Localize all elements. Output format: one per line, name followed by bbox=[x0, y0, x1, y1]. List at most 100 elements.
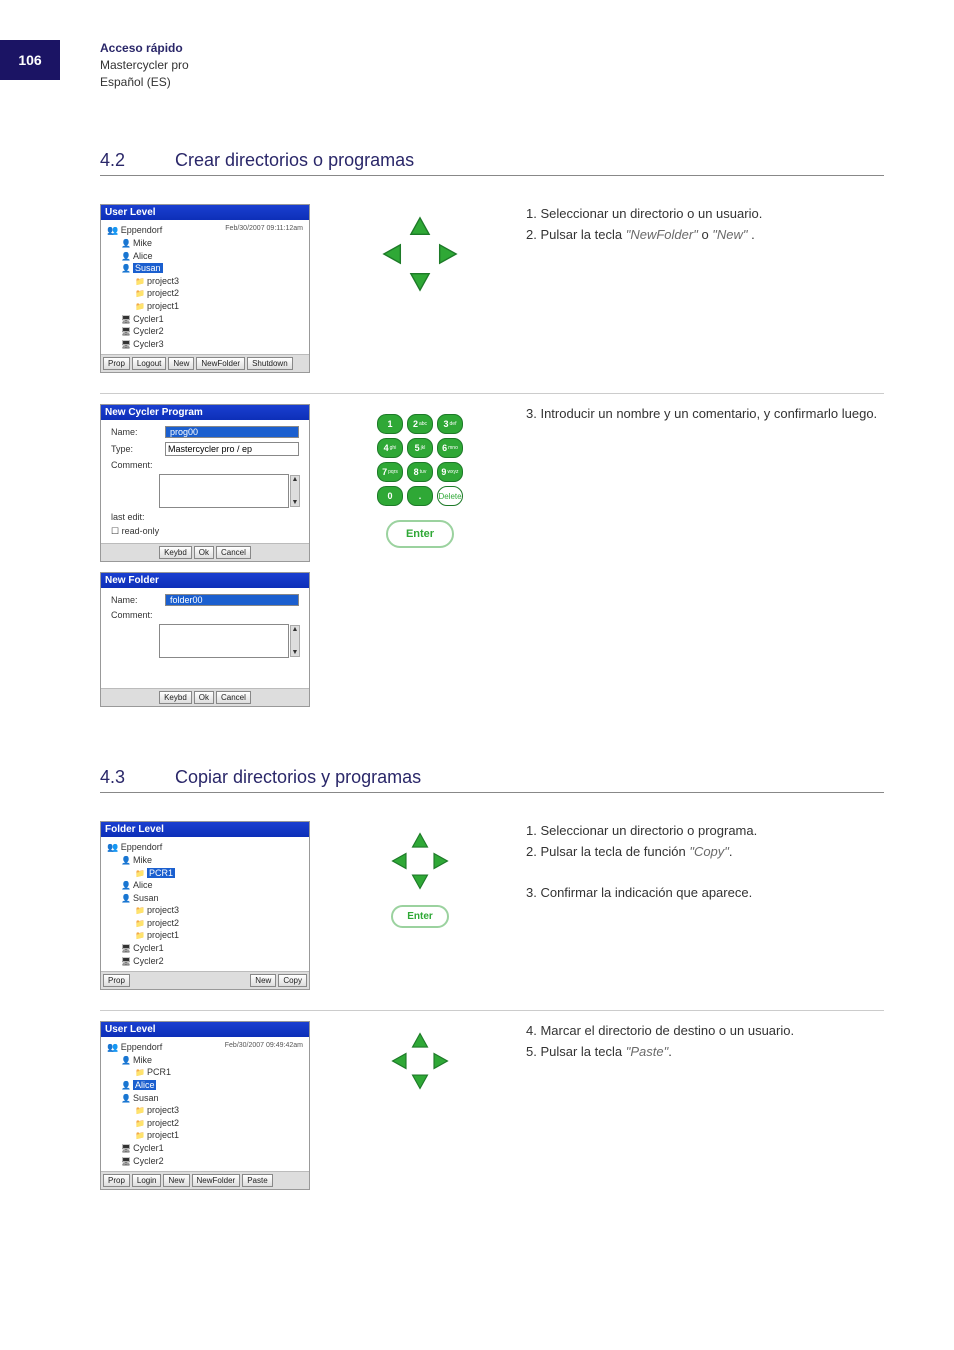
ok-button[interactable]: Ok bbox=[194, 691, 214, 704]
keybd-button[interactable]: Keybd bbox=[159, 691, 192, 704]
tree-user[interactable]: Mike PCR1 bbox=[121, 1054, 305, 1079]
ok-button[interactable]: Ok bbox=[194, 546, 214, 559]
new-button[interactable]: New bbox=[250, 974, 276, 987]
logout-button[interactable]: Logout bbox=[132, 357, 166, 370]
tree-user[interactable]: Alice bbox=[121, 250, 305, 263]
dpad-control bbox=[380, 214, 460, 294]
tree-folder[interactable]: project3 bbox=[135, 1104, 305, 1117]
tree-folder[interactable]: project3 bbox=[135, 904, 305, 917]
new-folder-window: New Folder Name: folder00 Comment: ▲▼ Ke… bbox=[100, 572, 310, 707]
prop-button[interactable]: Prop bbox=[103, 974, 130, 987]
arrow-up-icon[interactable] bbox=[407, 214, 433, 240]
key-6[interactable]: 6mno bbox=[437, 438, 463, 458]
arrow-right-icon[interactable] bbox=[430, 1051, 450, 1071]
tree-folder[interactable]: project1 bbox=[135, 929, 305, 942]
step-line: 4. Marcar el directorio de destino o un … bbox=[526, 1021, 884, 1042]
login-button[interactable]: Login bbox=[132, 1174, 162, 1187]
new-button[interactable]: New bbox=[168, 357, 194, 370]
key-9[interactable]: 9wxyz bbox=[437, 462, 463, 482]
arrow-right-icon[interactable] bbox=[430, 851, 450, 871]
new-button[interactable]: New bbox=[163, 1174, 189, 1187]
tree-user[interactable]: Susan project3 project2 project1 bbox=[121, 892, 305, 942]
step-text: 3. Introducir un nombre y un comentario,… bbox=[510, 404, 884, 425]
button-bar: Prop New Copy bbox=[101, 971, 309, 989]
key-4[interactable]: 4ghi bbox=[377, 438, 403, 458]
tree-view[interactable]: 👥 Eppendorf Mike PCR1 Alice Susan bbox=[101, 839, 309, 969]
arrow-left-icon[interactable] bbox=[380, 241, 406, 267]
tree-folder[interactable]: project1 bbox=[135, 1129, 305, 1142]
tree-cycler[interactable]: Cycler1 bbox=[121, 1142, 305, 1155]
sec-title: Copiar directorios y programas bbox=[175, 767, 421, 787]
tree-cycler[interactable]: Cycler3 bbox=[121, 338, 305, 351]
tree-cycler[interactable]: Cycler1 bbox=[121, 942, 305, 955]
newfolder-button[interactable]: NewFolder bbox=[196, 357, 245, 370]
key-3[interactable]: 3def bbox=[437, 414, 463, 434]
prop-button[interactable]: Prop bbox=[103, 1174, 130, 1187]
step-text: 1. Seleccionar un directorio o programa.… bbox=[510, 821, 884, 903]
tree-user[interactable]: Mike PCR1 bbox=[121, 854, 305, 879]
key-0[interactable]: 0 bbox=[377, 486, 403, 506]
tree-user[interactable]: Susan project3 project2 project1 bbox=[121, 1092, 305, 1142]
tree-folder[interactable]: project1 bbox=[135, 300, 305, 313]
tree-folder[interactable]: PCR1 bbox=[135, 1066, 305, 1079]
arrow-up-icon[interactable] bbox=[410, 831, 430, 851]
comment-textarea[interactable]: ▲▼ bbox=[159, 624, 289, 658]
tree-view[interactable]: Feb/30/2007 09:11:12am 👥 Eppendorf Mike … bbox=[101, 222, 309, 352]
window-title: New Cycler Program bbox=[101, 405, 309, 420]
tree-cycler[interactable]: Cycler2 bbox=[121, 325, 305, 338]
step-line: 5. Pulsar la tecla "Paste". bbox=[526, 1042, 884, 1063]
name-label: Name: bbox=[111, 427, 159, 437]
tree-view[interactable]: Feb/30/2007 09:49:42am 👥 Eppendorf Mike … bbox=[101, 1039, 309, 1169]
tree-cycler[interactable]: Cycler1 bbox=[121, 313, 305, 326]
key-dot[interactable]: . bbox=[407, 486, 433, 506]
enter-button[interactable]: Enter bbox=[386, 520, 454, 548]
cancel-button[interactable]: Cancel bbox=[216, 691, 251, 704]
name-input[interactable]: folder00 bbox=[165, 594, 299, 606]
tree-cycler[interactable]: Cycler2 bbox=[121, 955, 305, 968]
timestamp: Feb/30/2007 09:49:42am bbox=[225, 1041, 305, 1051]
name-label: Name: bbox=[111, 595, 159, 605]
comment-textarea[interactable]: ▲▼ bbox=[159, 474, 289, 508]
tree-user-selected[interactable]: Susan project3 project2 project1 bbox=[121, 262, 305, 312]
tree-folder[interactable]: project2 bbox=[135, 287, 305, 300]
cancel-button[interactable]: Cancel bbox=[216, 546, 251, 559]
scrollbar[interactable]: ▲▼ bbox=[290, 625, 300, 657]
key-5[interactable]: 5jkl bbox=[407, 438, 433, 458]
arrow-right-icon[interactable] bbox=[434, 241, 460, 267]
copy-button[interactable]: Copy bbox=[278, 974, 307, 987]
key-delete[interactable]: Delete bbox=[437, 486, 463, 506]
arrow-left-icon[interactable] bbox=[390, 851, 410, 871]
arrow-down-icon[interactable] bbox=[410, 871, 430, 891]
arrow-down-icon[interactable] bbox=[407, 268, 433, 294]
tree-root[interactable]: 👥 Eppendorf Mike PCR1 Alice Susan bbox=[107, 841, 305, 967]
scrollbar[interactable]: ▲▼ bbox=[290, 475, 300, 507]
paste-button[interactable]: Paste bbox=[242, 1174, 272, 1187]
tree-user[interactable]: Mike bbox=[121, 237, 305, 250]
window-title: Folder Level bbox=[101, 822, 309, 837]
key-1[interactable]: 1 bbox=[377, 414, 403, 434]
tree-root[interactable]: 👥 Eppendorf Mike Alice Susan project3 pr… bbox=[107, 224, 305, 350]
type-input[interactable] bbox=[165, 442, 299, 456]
shutdown-button[interactable]: Shutdown bbox=[247, 357, 293, 370]
newfolder-button[interactable]: NewFolder bbox=[192, 1174, 241, 1187]
tree-folder[interactable]: project2 bbox=[135, 1117, 305, 1130]
tree-folder-selected[interactable]: PCR1 bbox=[135, 867, 305, 880]
tree-root[interactable]: 👥 Eppendorf Mike PCR1 Alice Susan bbox=[107, 1041, 305, 1167]
tree-user[interactable]: Alice bbox=[121, 879, 305, 892]
enter-button[interactable]: Enter bbox=[391, 905, 449, 928]
arrow-left-icon[interactable] bbox=[390, 1051, 410, 1071]
key-2[interactable]: 2abc bbox=[407, 414, 433, 434]
key-8[interactable]: 8tuv bbox=[407, 462, 433, 482]
arrow-down-icon[interactable] bbox=[410, 1071, 430, 1091]
tree-folder[interactable]: project3 bbox=[135, 275, 305, 288]
keybd-button[interactable]: Keybd bbox=[159, 546, 192, 559]
tree-user-selected[interactable]: Alice bbox=[121, 1079, 305, 1092]
tree-cycler[interactable]: Cycler2 bbox=[121, 1155, 305, 1168]
readonly-checkbox[interactable]: ☐ read-only bbox=[105, 524, 305, 539]
arrow-up-icon[interactable] bbox=[410, 1031, 430, 1051]
step-line: 1. Seleccionar un directorio o programa. bbox=[526, 821, 884, 842]
name-input[interactable]: prog00 bbox=[165, 426, 299, 438]
prop-button[interactable]: Prop bbox=[103, 357, 130, 370]
tree-folder[interactable]: project2 bbox=[135, 917, 305, 930]
key-7[interactable]: 7pqrs bbox=[377, 462, 403, 482]
